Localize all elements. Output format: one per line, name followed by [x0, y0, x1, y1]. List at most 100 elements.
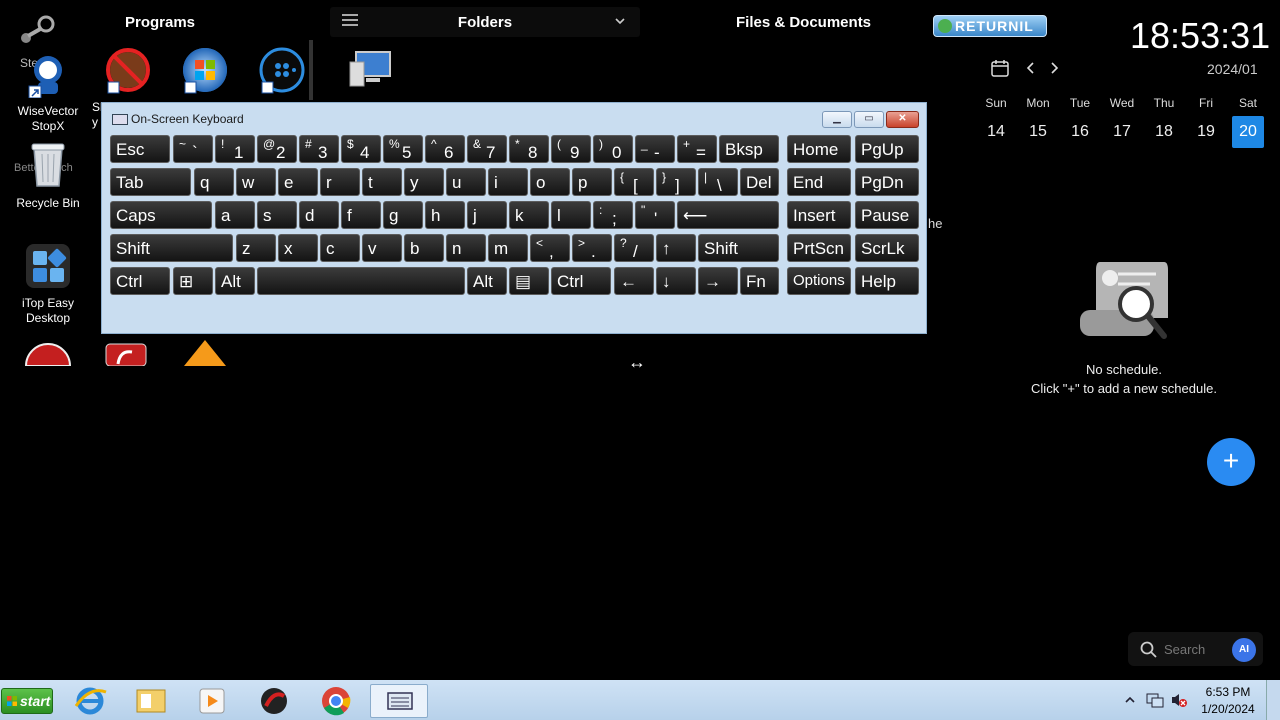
close-button[interactable]: ✕: [886, 111, 919, 128]
key-j[interactable]: j: [467, 201, 507, 229]
red-app-icon[interactable]: [24, 340, 72, 366]
flash-app-icon[interactable]: [104, 340, 148, 366]
key-}-][interactable]: }]: [656, 168, 696, 196]
ai-assistant-icon[interactable]: AI: [1232, 638, 1256, 662]
key-"-'[interactable]: " ': [635, 201, 675, 229]
key-t[interactable]: t: [362, 168, 402, 196]
tray-expand-icon[interactable]: [1124, 694, 1136, 706]
key-y[interactable]: y: [404, 168, 444, 196]
key-b[interactable]: b: [404, 234, 444, 262]
key-h[interactable]: h: [425, 201, 465, 229]
show-desktop-button[interactable]: [1266, 680, 1280, 720]
calendar-date-selected[interactable]: 20: [1232, 116, 1264, 148]
key-pause[interactable]: Pause: [855, 201, 919, 229]
key-o[interactable]: o: [530, 168, 570, 196]
key-+-=[interactable]: + =: [677, 135, 717, 163]
calendar-date[interactable]: 17: [1106, 116, 1138, 148]
key-|-\[interactable]: | \: [698, 168, 738, 196]
calendar-date[interactable]: 19: [1190, 116, 1222, 148]
key-space[interactable]: [257, 267, 465, 295]
key-alt[interactable]: Alt: [215, 267, 255, 295]
key-insert[interactable]: Insert: [787, 201, 851, 229]
key-help[interactable]: Help: [855, 267, 919, 295]
key-←[interactable]: ←: [614, 267, 654, 295]
osk-titlebar[interactable]: On-Screen Keyboard ▁ ▭ ✕: [102, 103, 926, 133]
key-w[interactable]: w: [236, 168, 276, 196]
key-shift[interactable]: Shift: [698, 234, 779, 262]
key-(-9[interactable]: (9: [551, 135, 591, 163]
add-schedule-button[interactable]: +: [1207, 438, 1255, 486]
chevron-right-icon[interactable]: [1047, 60, 1061, 76]
key-g[interactable]: g: [383, 201, 423, 229]
key-alt[interactable]: Alt: [467, 267, 507, 295]
key-k[interactable]: k: [509, 201, 549, 229]
calendar-date[interactable]: 16: [1064, 116, 1096, 148]
desktop-icon-wisevector[interactable]: WiseVector StopX: [12, 52, 84, 134]
key-→[interactable]: →: [698, 267, 738, 295]
key->-.[interactable]: >.: [572, 234, 612, 262]
on-screen-keyboard-window[interactable]: On-Screen Keyboard ▁ ▭ ✕ Esc ~ `! 1 @2 #3 $4% 5…: [101, 102, 927, 334]
key-ctrl[interactable]: Ctrl: [110, 267, 170, 295]
key-prtscn[interactable]: PrtScn: [787, 234, 851, 262]
chevron-down-icon[interactable]: [614, 15, 626, 27]
key-*-8[interactable]: * 8: [509, 135, 549, 163]
internet-explorer-icon[interactable]: [70, 684, 110, 718]
key-end[interactable]: End: [787, 168, 851, 196]
key-$-4[interactable]: $4: [341, 135, 381, 163]
key-r[interactable]: r: [320, 168, 360, 196]
key-ctrl[interactable]: Ctrl: [551, 267, 611, 295]
folders-header-bar[interactable]: Folders: [330, 7, 640, 37]
key-:-;[interactable]: :;: [593, 201, 633, 229]
key-scrlk[interactable]: ScrLk: [855, 234, 919, 262]
maximize-button[interactable]: ▭: [854, 111, 884, 128]
returnil-badge[interactable]: RETURNIL: [933, 15, 1047, 37]
key-↑[interactable]: ↑: [656, 234, 696, 262]
desktop-icon-itop[interactable]: iTop Easy Desktop: [10, 242, 86, 326]
key-u[interactable]: u: [446, 168, 486, 196]
key-options[interactable]: Options: [787, 267, 851, 295]
key-_--[interactable]: _ -: [635, 135, 675, 163]
volume-muted-icon[interactable]: [1170, 692, 1188, 708]
key-!-1[interactable]: ! 1: [215, 135, 255, 163]
key-)-0[interactable]: ) 0: [593, 135, 633, 163]
key-q[interactable]: q: [194, 168, 234, 196]
key-l[interactable]: l: [551, 201, 591, 229]
key-tab[interactable]: Tab: [110, 168, 191, 196]
key-bksp[interactable]: Bksp: [719, 135, 779, 163]
key-esc[interactable]: Esc: [110, 135, 170, 163]
key-m[interactable]: m: [488, 234, 528, 262]
key-z[interactable]: z: [236, 234, 276, 262]
key-a[interactable]: a: [215, 201, 255, 229]
key-?-/[interactable]: ? /: [614, 234, 654, 262]
key-%-5[interactable]: % 5: [383, 135, 423, 163]
tray-date[interactable]: 1/20/2024: [1196, 702, 1260, 716]
key-↓[interactable]: ↓: [656, 267, 696, 295]
key-fn[interactable]: Fn: [740, 267, 779, 295]
key-{-[[interactable]: {[: [614, 168, 654, 196]
desktop-icon-recycle-bin[interactable]: Recycle Bin: [12, 140, 84, 211]
key-p[interactable]: p: [572, 168, 612, 196]
minimize-button[interactable]: ▁: [822, 111, 852, 128]
computer-icon[interactable]: [348, 48, 396, 90]
key-d[interactable]: d: [299, 201, 339, 229]
key-enter[interactable]: ⟵: [677, 201, 779, 229]
key-home[interactable]: Home: [787, 135, 851, 163]
chevron-left-icon[interactable]: [1024, 60, 1038, 76]
key-pgdn[interactable]: PgDn: [855, 168, 919, 196]
key-menu[interactable]: ▤: [509, 267, 549, 295]
key-e[interactable]: e: [278, 168, 318, 196]
orange-app-icon[interactable]: [182, 338, 228, 366]
steam-icon[interactable]: [16, 14, 60, 54]
media-player-icon[interactable]: [192, 684, 232, 718]
key-c[interactable]: c: [320, 234, 360, 262]
key-pgup[interactable]: PgUp: [855, 135, 919, 163]
red-circle-app-icon[interactable]: [254, 684, 294, 718]
key-i[interactable]: i: [488, 168, 528, 196]
key-&-7[interactable]: & 7: [467, 135, 507, 163]
key-^-6[interactable]: ^ 6: [425, 135, 465, 163]
programs-scrollbar[interactable]: [309, 40, 313, 100]
calendar-date[interactable]: 15: [1022, 116, 1054, 148]
calendar-date[interactable]: 18: [1148, 116, 1180, 148]
windows7-icon[interactable]: [181, 46, 229, 94]
network-icon[interactable]: [1146, 692, 1164, 708]
